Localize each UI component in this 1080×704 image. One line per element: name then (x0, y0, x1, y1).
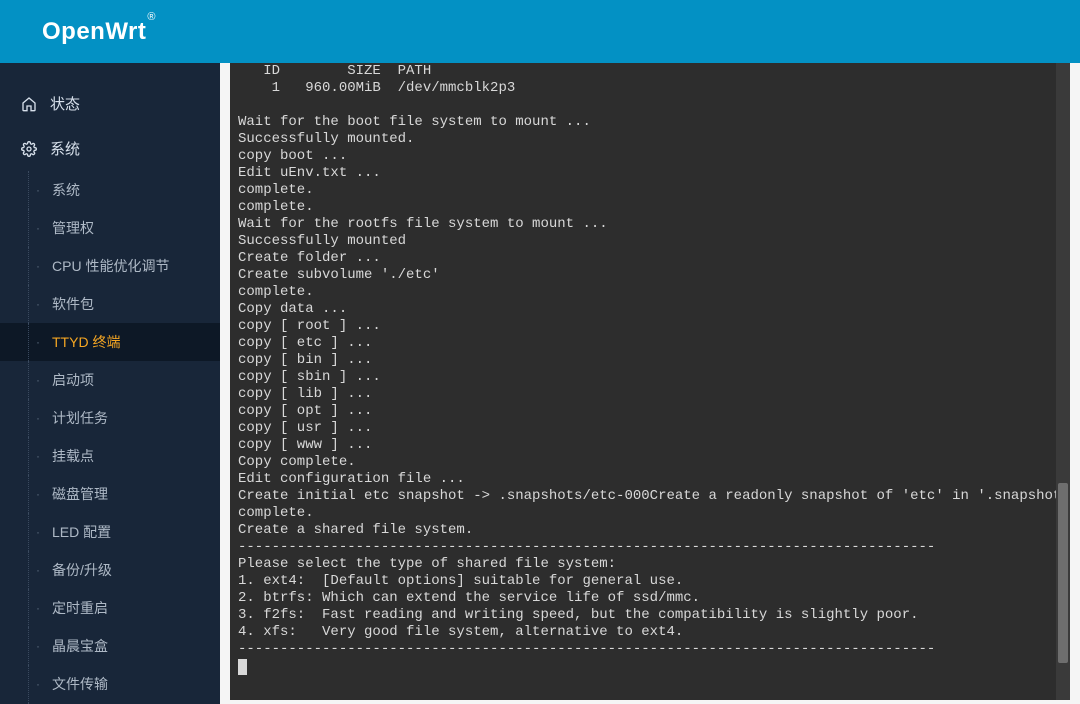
sidebar-item-label: 系统 (52, 180, 80, 200)
brand-logo[interactable]: OpenWrt® (42, 18, 155, 46)
sidebar-item-label: 管理权 (52, 218, 94, 238)
tree-tick-icon: · (36, 525, 40, 539)
sidebar-item-label: 定时重启 (52, 598, 108, 618)
sidebar-item-label: 计划任务 (52, 408, 108, 428)
sidebar-item-led[interactable]: · LED 配置 (0, 513, 220, 551)
tree-tick-icon: · (36, 373, 40, 387)
sidebar-item-label: 挂载点 (52, 446, 94, 466)
home-icon (20, 95, 38, 113)
tree-tick-icon: · (36, 639, 40, 653)
sidebar-item-amlogic[interactable]: · 晶晨宝盒 (0, 627, 220, 665)
sidebar-item-ttyd[interactable]: · TTYD 终端 (0, 323, 220, 361)
header: OpenWrt® (0, 0, 1080, 63)
tree-tick-icon: · (36, 335, 40, 349)
sidebar-item-label: 备份/升级 (52, 560, 112, 580)
tree-tick-icon: · (36, 487, 40, 501)
sidebar-item-filetransfer[interactable]: · 文件传输 (0, 665, 220, 703)
sidebar-item-label: 软件包 (52, 294, 94, 314)
tree-tick-icon: · (36, 297, 40, 311)
terminal-scrollbar-thumb[interactable] (1058, 483, 1068, 663)
nav-header-status[interactable]: 状态 (0, 81, 220, 126)
sidebar-item-diskman[interactable]: · 磁盘管理 (0, 475, 220, 513)
sidebar-item-label: CPU 性能优化调节 (52, 256, 169, 276)
sidebar-item-backup[interactable]: · 备份/升级 (0, 551, 220, 589)
sidebar-item-label: 磁盘管理 (52, 484, 108, 504)
nav-group-system: 系统 · 系统 · 管理权 · CPU 性能优化调节 · 软件包 · TTYD 终端 · 启动项 · 计划… (0, 126, 220, 704)
terminal-panel: ID SIZE PATH 1 960.00MiB /dev/mmcblk2p3 … (230, 63, 1070, 700)
nav-group-status: 状态 (0, 81, 220, 126)
sidebar-item-label: 文件传输 (52, 674, 108, 694)
gear-icon (20, 140, 38, 158)
tree-tick-icon: · (36, 677, 40, 691)
sidebar-item-reboot-sched[interactable]: · 定时重启 (0, 589, 220, 627)
sidebar-item-label: 启动项 (52, 370, 94, 390)
terminal-cursor (238, 659, 247, 675)
nav-header-status-label: 状态 (50, 93, 80, 114)
sidebar-item-cron[interactable]: · 计划任务 (0, 399, 220, 437)
main-content: ID SIZE PATH 1 960.00MiB /dev/mmcblk2p3 … (220, 63, 1080, 704)
tree-tick-icon: · (36, 601, 40, 615)
brand-name: OpenWrt (42, 18, 146, 45)
sidebar: 状态 系统 · 系统 · 管理权 · CPU 性能优化调节 · 软件包 · TTYD 终端 · 启动项… (0, 63, 220, 704)
sidebar-item-cpufreq[interactable]: · CPU 性能优化调节 (0, 247, 220, 285)
brand-reg: ® (147, 11, 156, 23)
nav-header-system[interactable]: 系统 (0, 126, 220, 171)
terminal-scrollbar[interactable] (1056, 63, 1070, 700)
sidebar-item-label: 晶晨宝盒 (52, 636, 108, 656)
main-container: 状态 系统 · 系统 · 管理权 · CPU 性能优化调节 · 软件包 · TTYD 终端 · 启动项… (0, 63, 1080, 704)
sidebar-item-system[interactable]: · 系统 (0, 171, 220, 209)
tree-tick-icon: · (36, 183, 40, 197)
sidebar-item-label: LED 配置 (52, 522, 111, 542)
sidebar-item-admin[interactable]: · 管理权 (0, 209, 220, 247)
sidebar-item-startup[interactable]: · 启动项 (0, 361, 220, 399)
tree-tick-icon: · (36, 563, 40, 577)
nav-items-system: ·系统·管理权·CPU 性能优化调节·软件包·TTYD 终端·启动项·计划任务·… (0, 171, 220, 704)
tree-tick-icon: · (36, 449, 40, 463)
tree-tick-icon: · (36, 259, 40, 273)
terminal-output[interactable]: ID SIZE PATH 1 960.00MiB /dev/mmcblk2p3 … (230, 63, 1070, 679)
tree-tick-icon: · (36, 221, 40, 235)
tree-tick-icon: · (36, 411, 40, 425)
nav-header-system-label: 系统 (50, 138, 80, 159)
sidebar-item-label: TTYD 终端 (52, 332, 120, 352)
sidebar-item-software[interactable]: · 软件包 (0, 285, 220, 323)
sidebar-item-mounts[interactable]: · 挂载点 (0, 437, 220, 475)
